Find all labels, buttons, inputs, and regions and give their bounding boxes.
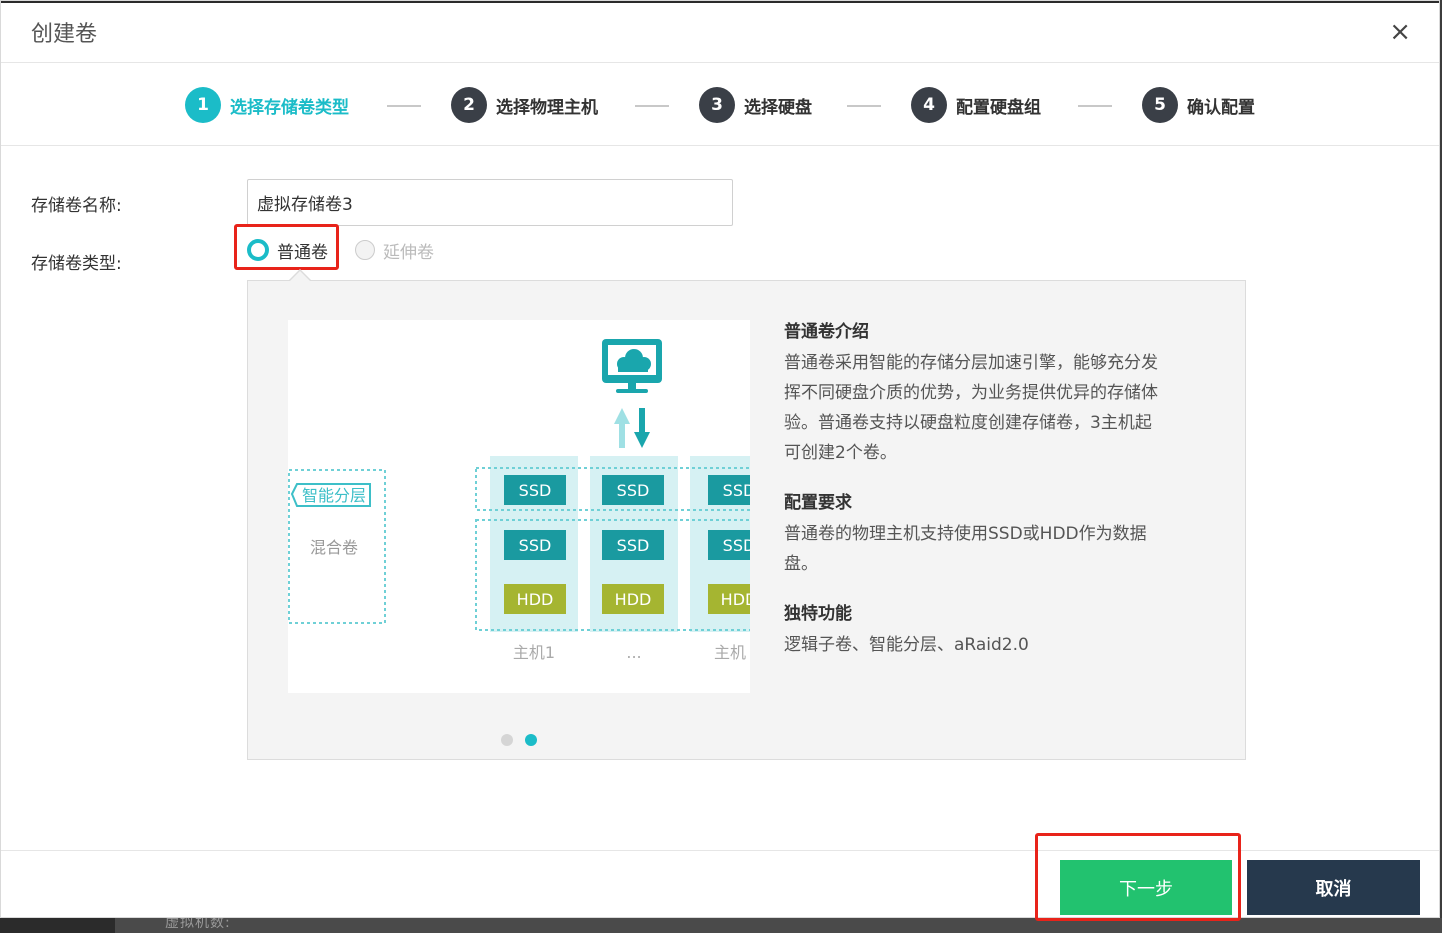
cloud-monitor-icon xyxy=(602,339,662,393)
radio-stretched-volume[interactable]: 延伸卷 xyxy=(355,235,434,265)
highlight-box-radio xyxy=(234,224,339,270)
close-icon[interactable]: × xyxy=(1389,17,1411,47)
hybrid-volume-illustration: 智能分层 混合卷 SSD SSD SSD SSD SSD SSD HDD HDD… xyxy=(288,320,750,693)
section-title-features: 独特功能 xyxy=(784,604,852,624)
section-title-intro: 普通卷介绍 xyxy=(784,322,869,342)
step-label: 确认配置 xyxy=(1187,97,1255,118)
carousel-dot-1[interactable] xyxy=(501,734,513,746)
disk-label: SSD xyxy=(617,536,650,555)
panel-caret-inner xyxy=(290,271,310,281)
host-label: 主机1 xyxy=(513,643,555,662)
host-label: ... xyxy=(626,643,641,662)
disk-label: SSD xyxy=(723,481,750,500)
step-3: 3 选择硬盘 xyxy=(699,87,812,123)
section-title-requirements: 配置要求 xyxy=(784,493,852,513)
step-connector xyxy=(635,105,669,107)
step-connector xyxy=(387,105,421,107)
dialog-title: 创建卷 xyxy=(31,22,98,47)
disk-label: HDD xyxy=(615,590,652,609)
carousel-dot-2-active[interactable] xyxy=(525,734,537,746)
highlight-box-next xyxy=(1035,833,1241,921)
step-connector xyxy=(847,105,881,107)
disk-label: SSD xyxy=(617,481,650,500)
volume-name-label: 存储卷名称: xyxy=(31,196,122,216)
disk-label: SSD xyxy=(519,481,552,500)
volume-type-label: 存储卷类型: xyxy=(31,254,122,274)
smart-tier-label: 智能分层 xyxy=(302,486,366,505)
wizard-steps: 1 选择存储卷类型 2 选择物理主机 3 选择硬盘 4 配置硬盘组 5 确认配置 xyxy=(1,63,1439,146)
step-connector xyxy=(1078,105,1112,107)
dialog-header: 创建卷 × xyxy=(1,1,1439,63)
step-number: 3 xyxy=(699,87,735,123)
section-body-intro: 普通卷采用智能的存储分层加速引擎，能够充分发挥不同硬盘介质的优势，为业务提供优异… xyxy=(784,353,1158,463)
volume-name-input[interactable] xyxy=(247,179,733,226)
disk-label: HDD xyxy=(721,590,750,609)
create-volume-dialog: 创建卷 × 1 选择存储卷类型 2 选择物理主机 3 选择硬盘 4 配置硬盘组 … xyxy=(0,0,1440,921)
disk-label: SSD xyxy=(723,536,750,555)
radio-label: 延伸卷 xyxy=(383,242,434,263)
section-body-features: 逻辑子卷、智能分层、aRaid2.0 xyxy=(784,635,1029,655)
step-5: 5 确认配置 xyxy=(1142,87,1255,123)
intro-text-block: 普通卷介绍 普通卷采用智能的存储分层加速引擎，能够充分发挥不同硬盘介质的优势，为… xyxy=(784,317,1164,660)
disk-label: HDD xyxy=(517,590,554,609)
step-number: 5 xyxy=(1142,87,1178,123)
step-number: 2 xyxy=(451,87,487,123)
step-label: 选择硬盘 xyxy=(744,97,812,118)
section-body-requirements: 普通卷的物理主机支持使用SSD或HDD作为数据盘。 xyxy=(784,524,1147,574)
step-label: 选择物理主机 xyxy=(496,97,598,118)
radio-unselected-icon[interactable] xyxy=(355,240,375,260)
step-1: 1 选择存储卷类型 xyxy=(185,87,349,123)
backdrop-sidebar xyxy=(0,918,115,933)
step-4: 4 配置硬盘组 xyxy=(911,87,1041,123)
transfer-arrows-icon xyxy=(614,408,650,448)
step-number: 1 xyxy=(185,87,221,123)
cancel-button[interactable]: 取消 xyxy=(1247,860,1420,915)
host-label: 主机 xyxy=(714,643,746,662)
step-2: 2 选择物理主机 xyxy=(451,87,598,123)
disk-label: SSD xyxy=(519,536,552,555)
step-label: 配置硬盘组 xyxy=(956,97,1041,118)
step-number: 4 xyxy=(911,87,947,123)
hybrid-volume-label: 混合卷 xyxy=(310,538,358,557)
step-label: 选择存储卷类型 xyxy=(230,97,349,118)
